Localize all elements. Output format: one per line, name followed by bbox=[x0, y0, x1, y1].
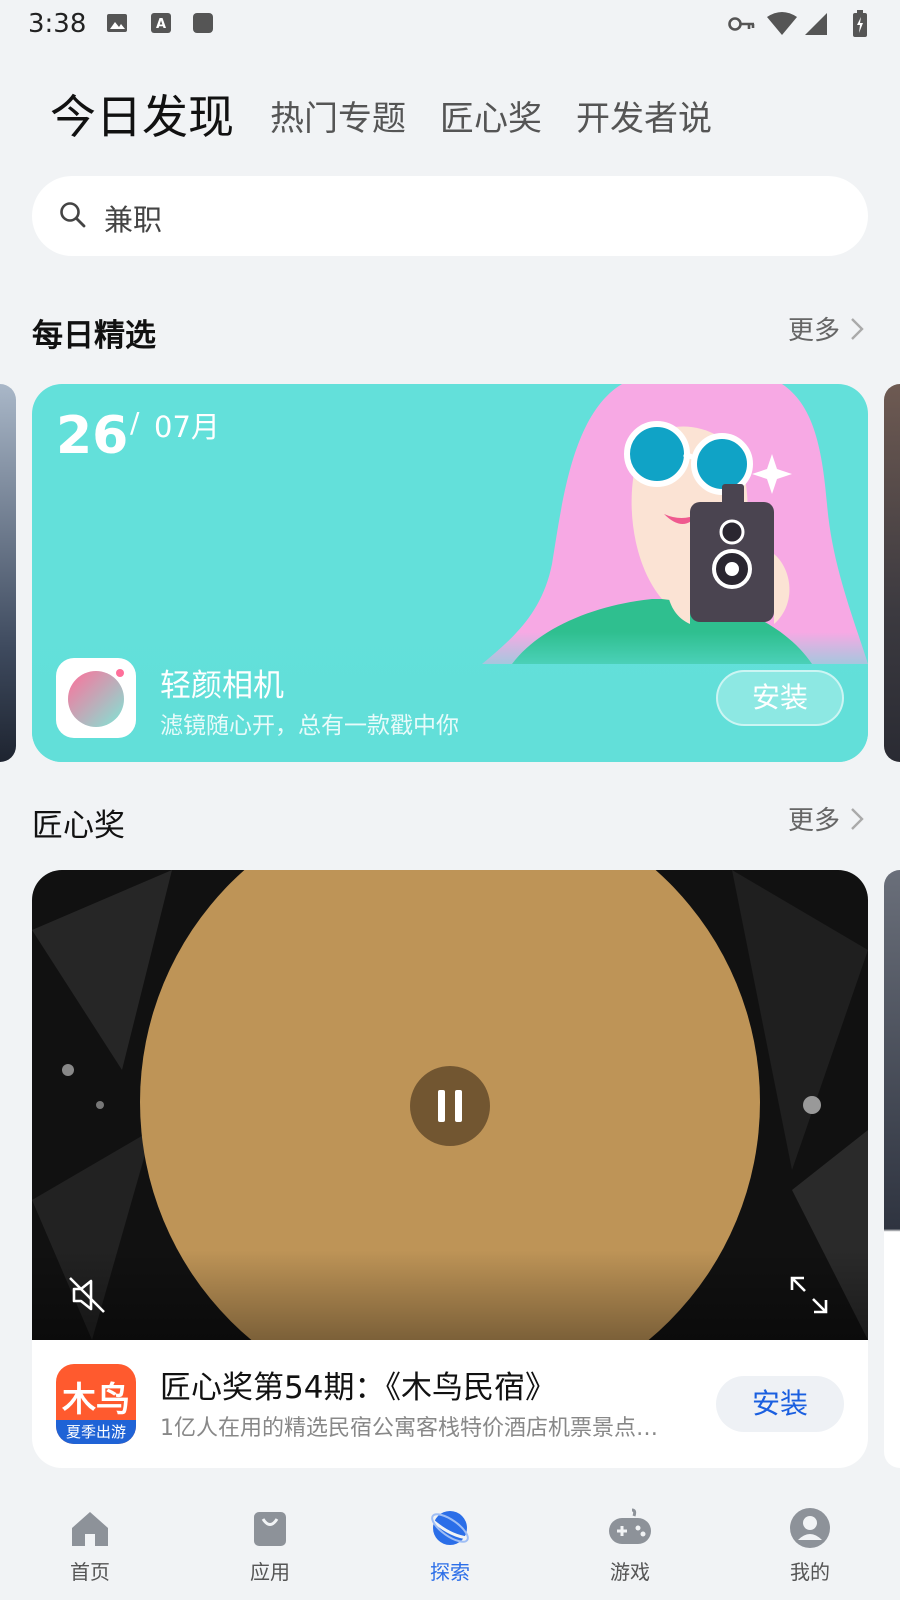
award-install-button[interactable]: 安装 bbox=[716, 1376, 844, 1432]
home-icon bbox=[72, 1512, 108, 1546]
nav-apps-label: 应用 bbox=[250, 1560, 290, 1584]
signal-icon bbox=[805, 13, 827, 35]
daily-app-description: 滤镜随心开，总有一款戳中你 bbox=[160, 713, 459, 739]
award-video-player[interactable] bbox=[32, 870, 868, 1340]
mute-icon[interactable] bbox=[66, 1274, 108, 1316]
search-icon bbox=[60, 202, 86, 228]
search-input[interactable]: 兼职 bbox=[104, 197, 162, 239]
camera-lens-icon bbox=[68, 669, 124, 727]
battery-icon bbox=[853, 10, 867, 37]
tab-today-discover[interactable]: 今日发现 bbox=[50, 94, 234, 142]
tab-developer-talk[interactable]: 开发者说 bbox=[576, 102, 712, 142]
fullscreen-icon[interactable] bbox=[788, 1274, 830, 1316]
app-screen: 3:38 A 今日发现 热门专题 匠心奖 开发者说 兼职 每日精选 更多 26 … bbox=[0, 0, 900, 1600]
daily-more-label: 更多 bbox=[787, 316, 840, 346]
daily-pick-card[interactable]: 26 / 07月 轻颜相机 滤镜随心开，总有一款戳中你 安装 bbox=[32, 384, 868, 762]
wifi-icon bbox=[767, 12, 797, 35]
search-bar[interactable]: 兼职 bbox=[32, 176, 868, 256]
next-card-peek[interactable] bbox=[884, 384, 900, 762]
award-app-description: 1亿人在用的精选民宿公寓客栈特价酒店机票景点门票 bbox=[160, 1416, 674, 1441]
craftsman-award-card[interactable]: 木鸟 夏季出游 匠心奖第54期：《木鸟民宿》 1亿人在用的精选民宿公寓客栈特价酒… bbox=[32, 870, 868, 1468]
date-day: 26 bbox=[56, 406, 129, 466]
daily-app-name: 轻颜相机 bbox=[160, 668, 284, 704]
muniao-app-icon[interactable]: 木鸟 夏季出游 bbox=[56, 1364, 136, 1444]
pause-icon-bar-right bbox=[455, 1090, 462, 1122]
nav-home[interactable]: 首页 bbox=[30, 1506, 150, 1585]
tab-craftsman-award[interactable]: 匠心奖 bbox=[440, 102, 542, 142]
muniao-icon-subtext: 夏季出游 bbox=[56, 1420, 136, 1444]
status-bar: 3:38 A bbox=[0, 0, 900, 48]
nav-explore[interactable]: 探索 bbox=[390, 1506, 510, 1585]
video-bottom-fade bbox=[32, 1250, 868, 1340]
chevron-right-icon bbox=[851, 317, 864, 340]
award-app-title: 匠心奖第54期：《木鸟民宿》 bbox=[160, 1370, 556, 1406]
pause-icon-bar-left bbox=[438, 1090, 445, 1122]
nav-mine-label: 我的 bbox=[790, 1560, 830, 1584]
daily-more-link[interactable]: 更多 bbox=[788, 310, 864, 347]
daily-picks-title: 每日精选 bbox=[32, 318, 156, 354]
next-award-card-peek[interactable] bbox=[884, 870, 900, 1468]
nav-mine[interactable]: 我的 bbox=[750, 1506, 870, 1585]
camera-girl-illustration bbox=[482, 384, 868, 664]
key-icon bbox=[728, 17, 755, 31]
chevron-right-icon bbox=[851, 807, 864, 830]
daily-install-button[interactable]: 安装 bbox=[716, 670, 844, 726]
previous-card-peek[interactable] bbox=[0, 384, 16, 762]
text-icon: A bbox=[151, 13, 171, 33]
muniao-icon-text: 木鸟 bbox=[62, 1380, 130, 1420]
app-bag-icon bbox=[254, 1512, 286, 1546]
craftsman-award-title: 匠心奖 bbox=[32, 808, 125, 844]
date-month: 07月 bbox=[154, 410, 220, 444]
svg-text:A: A bbox=[156, 17, 166, 32]
tab-hot-topics[interactable]: 热门专题 bbox=[270, 102, 406, 142]
nav-games[interactable]: 游戏 bbox=[570, 1506, 690, 1585]
bottom-navigation: 首页 应用 探索 游戏 我的 bbox=[0, 1496, 900, 1600]
award-more-label: 更多 bbox=[787, 806, 840, 836]
planet-icon bbox=[431, 1511, 469, 1545]
stop-icon bbox=[193, 13, 213, 33]
nav-explore-label: 探索 bbox=[430, 1560, 470, 1584]
profile-icon bbox=[790, 1508, 830, 1548]
award-more-link[interactable]: 更多 bbox=[788, 800, 864, 837]
date-separator: / bbox=[130, 406, 140, 439]
gamepad-icon bbox=[609, 1508, 651, 1544]
status-time: 3:38 bbox=[28, 9, 87, 39]
qingyan-camera-app-icon[interactable] bbox=[56, 658, 136, 738]
pause-button[interactable] bbox=[410, 1066, 490, 1146]
nav-home-label: 首页 bbox=[70, 1560, 110, 1584]
nav-apps[interactable]: 应用 bbox=[210, 1506, 330, 1585]
nav-games-label: 游戏 bbox=[610, 1560, 650, 1584]
top-tabs: 今日发现 热门专题 匠心奖 开发者说 bbox=[50, 78, 746, 142]
image-icon bbox=[107, 14, 127, 32]
